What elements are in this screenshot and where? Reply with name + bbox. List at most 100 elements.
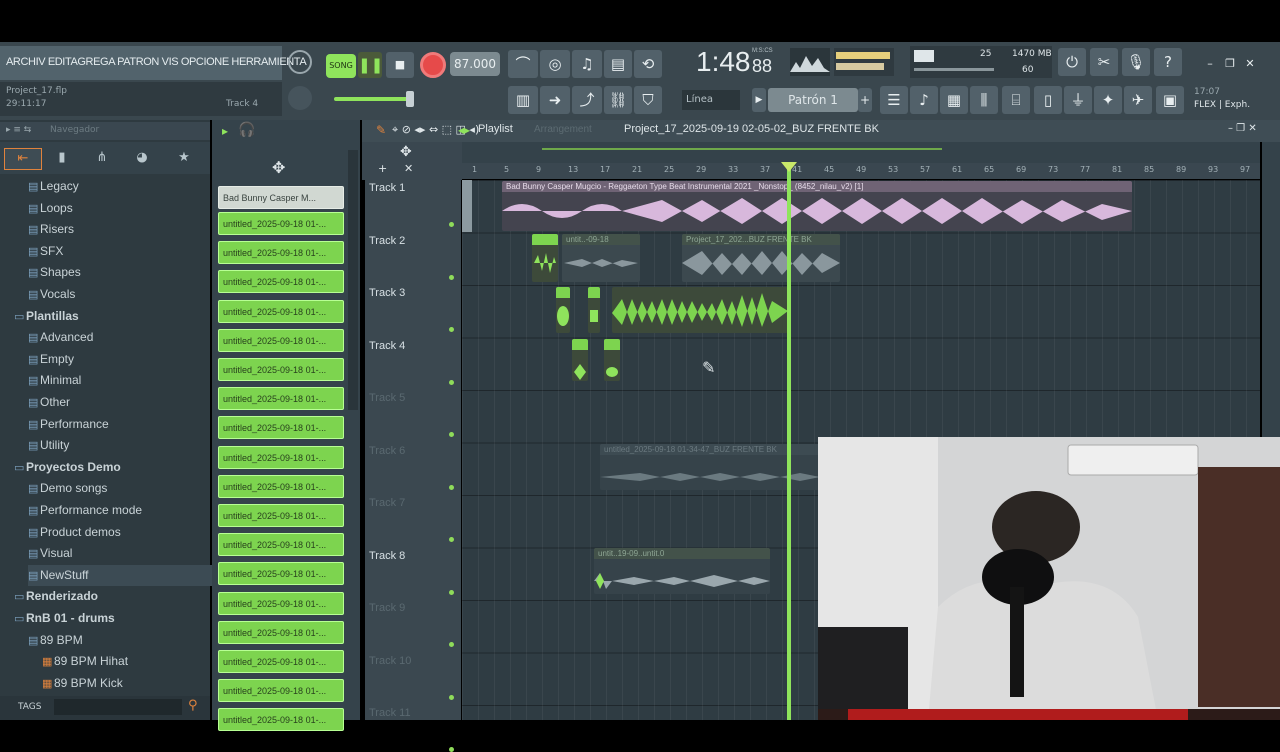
browser-item[interactable]: ▤ Risers bbox=[28, 219, 74, 240]
browser-menu-icon[interactable]: ▸ ≡ ⇆ bbox=[6, 125, 31, 135]
playlist-move-icon[interactable]: ✥ bbox=[400, 144, 412, 160]
mixer-window-icon[interactable]: ⫼ bbox=[970, 86, 998, 114]
tempo-display[interactable]: 87.000 bbox=[450, 52, 500, 76]
clip-track8[interactable]: untit..19-09..untit.0 bbox=[594, 548, 770, 594]
wand-icon[interactable]: ✦ bbox=[1094, 86, 1122, 114]
close-icon[interactable]: ✕ bbox=[1240, 50, 1260, 74]
headphones-icon[interactable]: 🎧 bbox=[238, 122, 258, 140]
pattern-add-icon[interactable]: + bbox=[858, 88, 872, 112]
clip-track2-a[interactable] bbox=[532, 234, 558, 282]
playhead[interactable] bbox=[787, 168, 791, 720]
clip-track3-a[interactable] bbox=[556, 287, 570, 333]
playlist-overview[interactable] bbox=[462, 142, 1260, 163]
metronome-icon[interactable]: ⌒ bbox=[508, 50, 538, 78]
clip-track4-a[interactable] bbox=[572, 339, 588, 381]
channel-button[interactable]: untitled_2025-09-18 01-... bbox=[218, 533, 344, 557]
tags-search-input[interactable] bbox=[54, 699, 182, 715]
track-mute-led[interactable] bbox=[449, 537, 454, 542]
browser-item[interactable]: ▤ Shapes bbox=[28, 262, 81, 283]
track-mute-led[interactable] bbox=[449, 327, 454, 332]
snap-select[interactable]: Línea bbox=[682, 90, 740, 110]
track-header-label[interactable]: Track 2 bbox=[369, 235, 405, 247]
channel-button[interactable]: untitled_2025-09-18 01-... bbox=[218, 416, 344, 440]
browser-item[interactable]: ▤ 89 BPM bbox=[28, 630, 83, 651]
track-mute-led[interactable] bbox=[449, 589, 454, 595]
clip-track2-b[interactable]: untit..-09-18 bbox=[562, 234, 640, 282]
minimize-icon[interactable]: – bbox=[1200, 50, 1220, 74]
magnet-icon[interactable]: ✈ bbox=[1124, 86, 1152, 114]
plugin-database-icon[interactable]: ⌸ bbox=[1002, 86, 1030, 114]
playlist-vscroll[interactable] bbox=[462, 180, 472, 232]
all-files-tab-icon[interactable]: ⇤ bbox=[4, 148, 42, 170]
channel-button[interactable]: untitled_2025-09-18 01-... bbox=[218, 387, 344, 411]
track-mute-led[interactable] bbox=[449, 379, 454, 385]
master-volume-knob[interactable] bbox=[288, 50, 312, 74]
browser-item[interactable]: ▤ Visual bbox=[28, 543, 72, 564]
track-mute-led[interactable] bbox=[449, 274, 454, 280]
browser-item[interactable]: ▤ Performance mode bbox=[28, 500, 142, 521]
browser-item[interactable]: ▭ RnB 01 - drums bbox=[14, 608, 115, 629]
piano-icon[interactable]: ▥ bbox=[508, 86, 538, 114]
arrow-right-icon[interactable]: ➜ bbox=[540, 86, 570, 114]
browser-item[interactable]: ▤ Product demos bbox=[28, 522, 121, 543]
browser-item[interactable]: ▤ Utility bbox=[28, 435, 69, 456]
master-volume-slider[interactable] bbox=[334, 97, 414, 101]
track-mute-led[interactable] bbox=[449, 694, 454, 700]
pattern-prev-icon[interactable]: ▶ bbox=[752, 88, 766, 112]
channel-button[interactable]: untitled_2025-09-18 01-... bbox=[218, 650, 344, 673]
browser-item[interactable]: ▤ SFX bbox=[28, 241, 63, 262]
track-mute-led[interactable] bbox=[449, 222, 454, 227]
browser-item[interactable]: ▦ 89 BPM Kick bbox=[42, 673, 123, 694]
pattern-song-toggle[interactable]: SONG bbox=[326, 54, 356, 78]
restore-icon[interactable]: ❐ bbox=[1220, 50, 1240, 74]
browser-item[interactable]: ▭ Plantillas bbox=[14, 306, 79, 327]
wait-input-icon[interactable]: ◎ bbox=[540, 50, 570, 78]
loop-record-icon[interactable]: ⟲ bbox=[634, 50, 662, 78]
channel-button[interactable]: untitled_2025-09-18 01-... bbox=[218, 445, 344, 469]
track-header-label[interactable]: Track 9 bbox=[369, 602, 405, 614]
track-header-label[interactable]: Track 6 bbox=[369, 445, 405, 457]
rack-move-icon[interactable]: ✥ bbox=[272, 158, 292, 177]
channel-rack-window-icon[interactable]: ▦ bbox=[940, 86, 968, 114]
project-tab-icon[interactable]: ▮ bbox=[44, 148, 80, 168]
pattern-selector[interactable]: Patrón 1 bbox=[768, 88, 858, 112]
browser-item[interactable]: ▤ Empty bbox=[28, 349, 74, 370]
browser-item[interactable]: ▤ Vocals bbox=[28, 284, 75, 305]
channel-button[interactable]: untitled_2025-09-18 01-... bbox=[218, 562, 344, 586]
master-volume-handle[interactable] bbox=[406, 91, 414, 107]
track-header-label[interactable]: Track 7 bbox=[369, 497, 405, 509]
channel-button[interactable]: untitled_2025-09-18 01-... bbox=[218, 270, 344, 294]
channel-button-first[interactable]: Bad Bunny Casper M... bbox=[218, 186, 344, 209]
clip-track3-b[interactable] bbox=[588, 287, 600, 333]
favorites-tab-icon[interactable]: ★ bbox=[166, 148, 202, 168]
browser-item[interactable]: ▦ 89 BPM Hihat bbox=[42, 651, 128, 672]
track-mute-led[interactable] bbox=[449, 484, 454, 490]
channel-button[interactable]: untitled_2025-09-18 01-... bbox=[218, 504, 344, 527]
search-icon[interactable]: ⚲ bbox=[188, 698, 198, 713]
paint-icon[interactable]: ✎ bbox=[376, 123, 386, 137]
microphone-icon[interactable]: 🎙 bbox=[1122, 48, 1150, 76]
browser-item[interactable]: ▤ Advanced bbox=[28, 327, 93, 348]
step-edit-icon[interactable]: ▤ bbox=[604, 50, 632, 78]
help-icon[interactable]: ? bbox=[1154, 48, 1182, 76]
browser-item[interactable]: ▭ Proyectos Demo bbox=[14, 457, 121, 478]
plug-icon[interactable]: ⏚ bbox=[1064, 86, 1092, 114]
remove-icon[interactable]: ✕ bbox=[404, 162, 413, 175]
master-pitch-knob[interactable] bbox=[288, 86, 312, 110]
track-header-label[interactable]: Track 3 bbox=[369, 287, 405, 299]
channel-button[interactable]: untitled_2025-09-18 01-... bbox=[218, 591, 344, 615]
channel-button[interactable]: untitled_2025-09-18 01-... bbox=[218, 358, 344, 381]
browser-item[interactable]: ▤ Loops bbox=[28, 198, 73, 219]
clip-track3-c[interactable] bbox=[612, 287, 788, 333]
browser-item[interactable]: ▭ Renderizado bbox=[14, 586, 98, 607]
track-header-label[interactable]: Track 10 bbox=[369, 655, 411, 667]
stop-button[interactable]: ■ bbox=[386, 52, 414, 78]
clip-track4-b[interactable] bbox=[604, 339, 620, 381]
channel-button[interactable]: untitled_2025-09-18 01-... bbox=[218, 474, 344, 498]
track-header-label[interactable]: Track 11 bbox=[369, 707, 411, 719]
channel-button[interactable]: untitled_2025-09-18 01-... bbox=[218, 212, 344, 235]
menu-text[interactable]: ARCHIV EDITAGREGA PATRON VIS OPCIONE HER… bbox=[6, 56, 307, 68]
clip-track1[interactable]: Bad Bunny Casper Mugcio - Reggaeton Type… bbox=[502, 181, 1132, 231]
browser-item[interactable]: ▤ Legacy bbox=[28, 176, 79, 197]
channel-button[interactable]: untitled_2025-09-18 01-... bbox=[218, 328, 344, 352]
